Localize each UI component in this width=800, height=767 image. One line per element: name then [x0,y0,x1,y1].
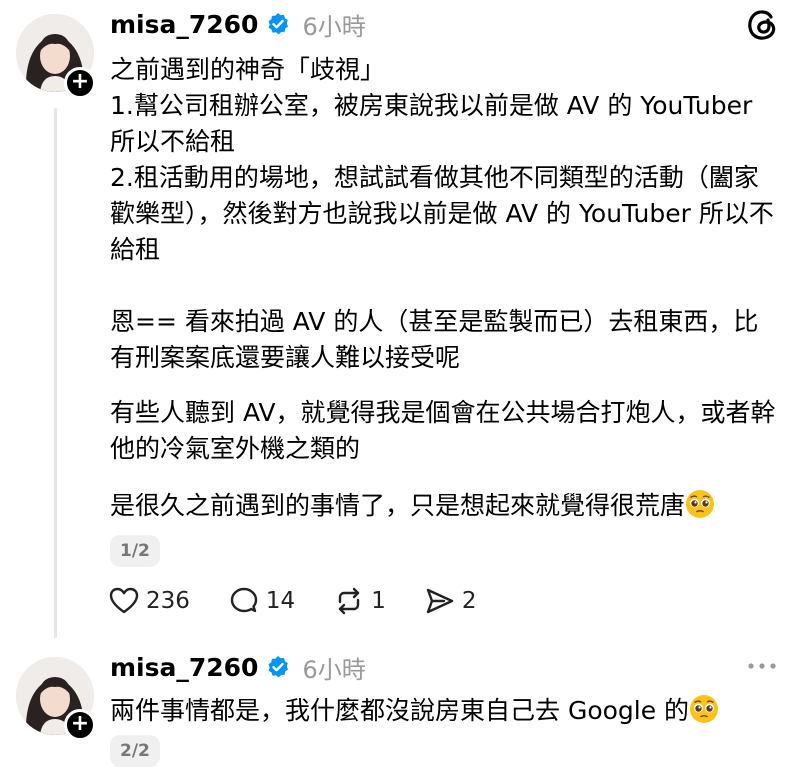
comment-button[interactable]: 14 [228,585,295,617]
username[interactable]: misa_7260 [110,653,258,682]
repost-icon [338,587,360,615]
repost-button[interactable]: 1 [333,585,386,617]
post-body-paragraph: 有些人聽到 AV，就覺得我是個會在公共場合打炮人，或者幹他的冷氣室外機之類的 [110,398,776,463]
repost-count: 1 [371,588,386,614]
share-count: 2 [461,588,477,614]
post-body-text: 是很久之前遇到的事情了，只是想起來就覺得很荒唐 [110,491,686,520]
send-icon [426,588,454,614]
more-options-icon[interactable] [746,660,778,672]
threads-logo-icon[interactable] [744,6,780,42]
pleading-face-emoji [686,490,715,518]
pleading-face-emoji [690,695,719,723]
follow-plus-icon[interactable]: + [64,67,96,99]
post-header: misa_7260 6小時 [110,649,366,685]
share-button[interactable]: 2 [424,585,477,617]
post-body-paragraph: 是很久之前遇到的事情了，只是想起來就覺得很荒唐 [110,488,782,524]
like-button[interactable]: 236 [108,585,190,617]
thread-post-1: + misa_7260 6小時 之前遇到的神奇「歧視」 1.幫公司租辦公室，被房… [0,0,800,640]
page-indicator: 1/2 [110,535,160,567]
post-actions: 236 14 1 2 [108,581,514,621]
username[interactable]: misa_7260 [110,10,258,39]
speech-bubble-icon [230,587,258,613]
comment-count: 14 [265,588,296,614]
verified-badge-icon [268,656,289,678]
verified-badge-icon [268,13,289,35]
heart-icon [109,587,139,614]
post-body-text: 兩件事情都是，我什麼都沒說房東自己去 Google 的 [110,696,690,725]
follow-plus-icon[interactable]: + [64,709,96,741]
like-count: 236 [146,588,190,614]
post-body-paragraph: 之前遇到的神奇「歧視」 1.幫公司租辦公室，被房東說我以前是做 AV 的 You… [110,55,774,264]
timestamp: 6小時 [302,12,366,41]
post-header: misa_7260 6小時 [110,6,366,42]
thread-post-2: + misa_7260 6小時 兩件事情都是，我什麼都沒說房東自己去 Googl… [0,645,800,767]
post-body-paragraph: 恩== 看來拍過 AV 的人（甚至是監製而已）去租東西，比有刑案案底還要讓人難以… [110,307,759,372]
page-indicator: 2/2 [110,735,160,767]
thread-connector-line [54,108,57,638]
timestamp: 6小時 [302,655,366,684]
post-body-paragraph: 兩件事情都是，我什麼都沒說房東自己去 Google 的 [110,693,782,729]
